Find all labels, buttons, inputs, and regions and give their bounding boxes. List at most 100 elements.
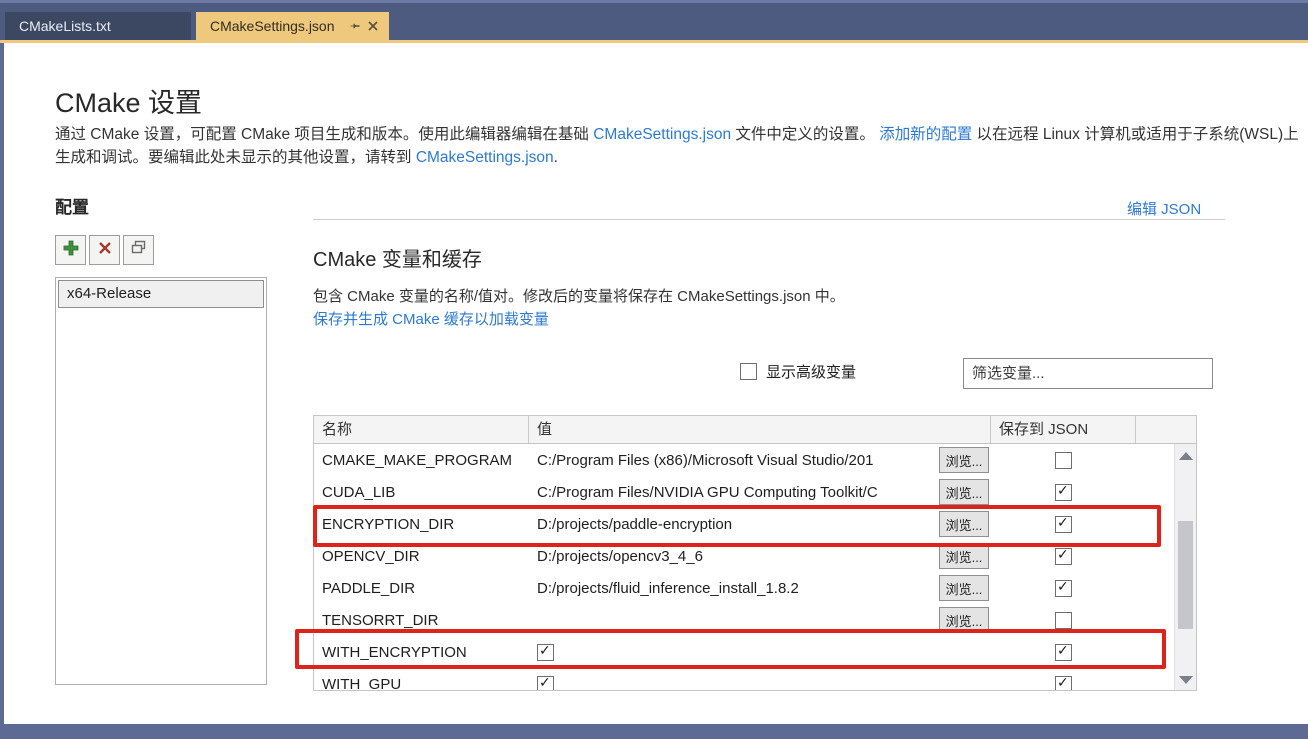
save-to-json-checkbox[interactable] <box>1055 452 1072 469</box>
save-to-json-cell <box>991 644 1136 661</box>
close-icon[interactable] <box>365 18 381 34</box>
variable-name: CMAKE_MAKE_PROGRAM <box>314 452 529 469</box>
variable-value[interactable]: C:/Program Files/NVIDIA GPU Computing To… <box>529 484 933 501</box>
pin-icon[interactable] <box>347 18 363 34</box>
window-frame-bottom <box>0 724 1308 739</box>
table-row[interactable]: OPENCV_DIRD:/projects/opencv3_4_6 浏览... <box>314 540 1196 572</box>
table-row[interactable]: WITH_GPU <box>314 668 1196 691</box>
table-row[interactable]: PADDLE_DIRD:/projects/fluid_inference_in… <box>314 572 1196 604</box>
save-to-json-cell <box>991 580 1136 597</box>
table-header: 名称 值 保存到 JSON <box>314 416 1196 444</box>
configurations-toolbar <box>55 235 154 265</box>
copy-icon <box>130 239 147 261</box>
variable-name: WITH_ENCRYPTION <box>314 644 529 661</box>
variable-value[interactable]: C:/Program Files (x86)/Microsoft Visual … <box>529 452 933 469</box>
column-header-save-to-json[interactable]: 保存到 JSON <box>991 416 1136 443</box>
edit-json-link[interactable]: 编辑 JSON <box>1127 198 1201 219</box>
page-title: CMake 设置 <box>55 81 202 120</box>
page-intro: 通过 CMake 设置，可配置 CMake 项目生成和版本。使用此编辑器编辑在基… <box>55 123 1308 169</box>
save-to-json-cell <box>991 516 1136 533</box>
variable-name: WITH_GPU <box>314 676 529 692</box>
column-header-extra <box>1136 416 1175 443</box>
remove-configuration-button[interactable] <box>89 235 120 265</box>
configuration-list-item[interactable]: x64-Release <box>58 280 264 308</box>
show-advanced-checkbox[interactable] <box>740 363 757 380</box>
arrow-down-icon[interactable] <box>1179 676 1193 684</box>
scrollbar-thumb[interactable] <box>1178 521 1193 629</box>
show-advanced-row: 显示高级变量 <box>740 361 856 382</box>
configurations-heading: 配置 <box>55 193 89 218</box>
browse-button[interactable]: 浏览... <box>939 447 989 473</box>
filter-variables-input[interactable] <box>963 358 1213 389</box>
cmake-settings-editor: CMake 设置 通过 CMake 设置，可配置 CMake 项目生成和版本。使… <box>4 43 1308 724</box>
save-to-json-checkbox[interactable] <box>1055 516 1072 533</box>
variable-value[interactable]: D:/projects/paddle-encryption <box>529 516 933 533</box>
save-to-json-cell <box>991 452 1136 469</box>
intro-link[interactable]: 添加新的配置 <box>879 126 972 143</box>
variable-name: PADDLE_DIR <box>314 580 529 597</box>
tab-label: CMakeSettings.json <box>210 18 335 34</box>
table-row[interactable]: TENSORRT_DIR 浏览... <box>314 604 1196 636</box>
tab-cmakesettings[interactable]: CMakeSettings.json <box>196 12 389 40</box>
intro-text: . <box>554 149 558 166</box>
variable-value-cell <box>529 668 991 691</box>
table-body: CMAKE_MAKE_PROGRAMC:/Program Files (x86)… <box>314 444 1196 691</box>
variable-value-cell: C:/Program Files/NVIDIA GPU Computing To… <box>529 476 991 508</box>
table-row[interactable]: CMAKE_MAKE_PROGRAMC:/Program Files (x86)… <box>314 444 1196 476</box>
intro-link[interactable]: CMakeSettings.json <box>416 149 554 166</box>
arrow-up-icon[interactable] <box>1179 452 1193 460</box>
browse-button[interactable]: 浏览... <box>939 575 989 601</box>
variable-value[interactable]: D:/projects/fluid_inference_install_1.8.… <box>529 580 933 597</box>
variable-value-cell <box>529 636 991 668</box>
save-and-generate-link[interactable]: 保存并生成 CMake 缓存以加载变量 <box>313 308 549 329</box>
variables-table: 名称 值 保存到 JSON CMAKE_MAKE_PROGRAMC:/Progr… <box>313 415 1197 691</box>
save-to-json-checkbox[interactable] <box>1055 548 1072 565</box>
variable-name: OPENCV_DIR <box>314 548 529 565</box>
vertical-scrollbar[interactable] <box>1174 444 1196 691</box>
tab-label: CMakeLists.txt <box>19 18 111 34</box>
variables-description: 包含 CMake 变量的名称/值对。修改后的变量将保存在 CMakeSettin… <box>313 285 845 306</box>
variable-value[interactable]: D:/projects/opencv3_4_6 <box>529 548 933 565</box>
save-to-json-cell <box>991 548 1136 565</box>
variables-heading: CMake 变量和缓存 <box>313 243 482 272</box>
variable-value-cell: D:/projects/paddle-encryption 浏览... <box>529 508 991 540</box>
browse-button[interactable]: 浏览... <box>939 607 989 633</box>
column-header-name[interactable]: 名称 <box>314 416 529 443</box>
table-row[interactable]: CUDA_LIBC:/Program Files/NVIDIA GPU Comp… <box>314 476 1196 508</box>
variable-value-checkbox[interactable] <box>537 644 554 661</box>
save-to-json-checkbox[interactable] <box>1055 484 1072 501</box>
table-row[interactable]: WITH_ENCRYPTION <box>314 636 1196 668</box>
variable-value-cell: D:/projects/opencv3_4_6 浏览... <box>529 540 991 572</box>
browse-button[interactable]: 浏览... <box>939 479 989 505</box>
table-row[interactable]: ENCRYPTION_DIRD:/projects/paddle-encrypt… <box>314 508 1196 540</box>
variable-name: TENSORRT_DIR <box>314 612 529 629</box>
intro-text: 文件中定义的设置。 <box>731 126 879 143</box>
show-advanced-label: 显示高级变量 <box>766 361 856 382</box>
save-to-json-cell <box>991 676 1136 692</box>
x-icon <box>97 240 113 261</box>
variable-value-cell: 浏览... <box>529 604 991 636</box>
variable-value-cell: C:/Program Files (x86)/Microsoft Visual … <box>529 444 991 476</box>
plus-icon <box>62 239 80 262</box>
document-tab-bar: CMakeLists.txt CMakeSettings.json <box>0 0 1308 40</box>
add-configuration-button[interactable] <box>55 235 86 265</box>
duplicate-configuration-button[interactable] <box>123 235 154 265</box>
variable-value-cell: D:/projects/fluid_inference_install_1.8.… <box>529 572 991 604</box>
intro-text: 通过 CMake 设置，可配置 CMake 项目生成和版本。使用此编辑器编辑在基… <box>55 126 593 143</box>
save-to-json-checkbox[interactable] <box>1055 612 1072 629</box>
save-to-json-cell <box>991 484 1136 501</box>
variable-name: CUDA_LIB <box>314 484 529 501</box>
save-to-json-checkbox[interactable] <box>1055 644 1072 661</box>
tab-cmakelists[interactable]: CMakeLists.txt <box>5 12 191 40</box>
browse-button[interactable]: 浏览... <box>939 511 989 537</box>
save-to-json-cell <box>991 612 1136 629</box>
browse-button[interactable]: 浏览... <box>939 543 989 569</box>
save-to-json-checkbox[interactable] <box>1055 580 1072 597</box>
variable-name: ENCRYPTION_DIR <box>314 516 529 533</box>
variable-value-checkbox[interactable] <box>537 676 554 692</box>
configurations-list[interactable]: x64-Release <box>55 277 267 685</box>
save-to-json-checkbox[interactable] <box>1055 676 1072 692</box>
section-divider <box>313 219 1225 220</box>
intro-link[interactable]: CMakeSettings.json <box>593 126 731 143</box>
column-header-value[interactable]: 值 <box>529 416 991 443</box>
